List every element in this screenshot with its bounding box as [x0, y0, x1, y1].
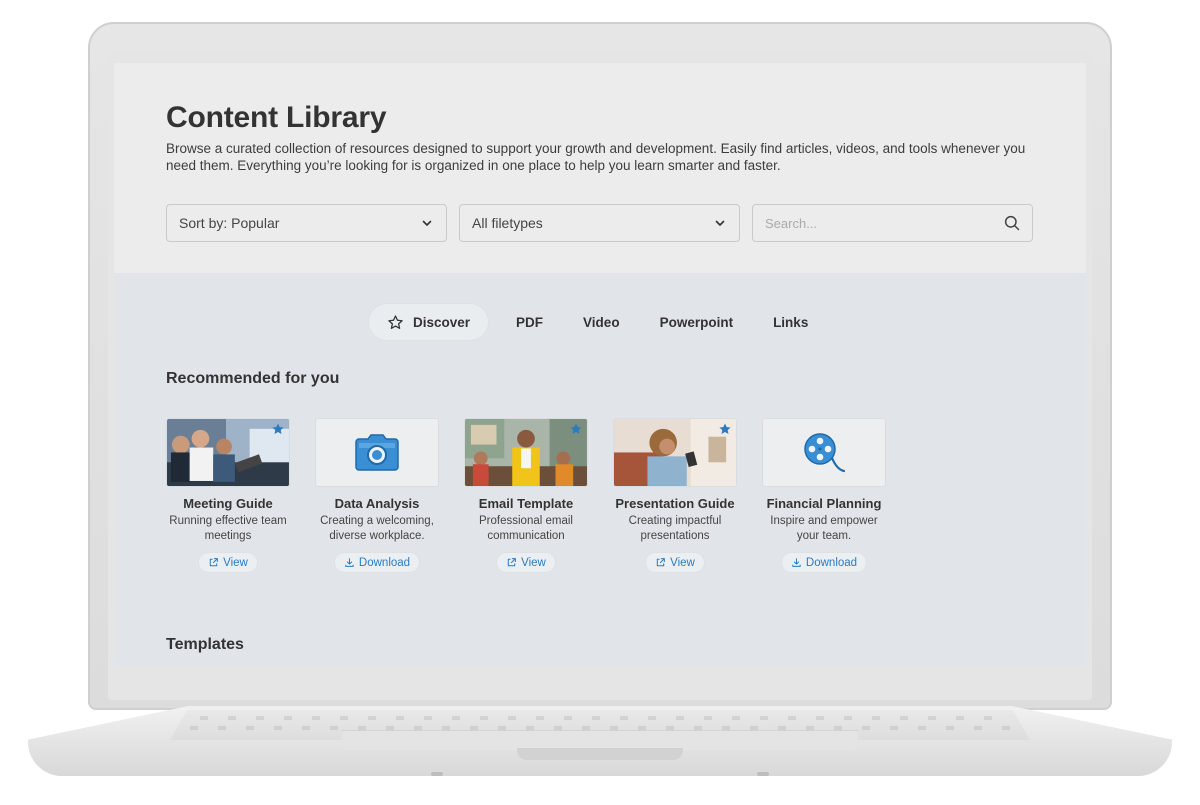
favorite-star-icon[interactable]: [271, 422, 285, 436]
card-description: Professional email communication: [479, 515, 573, 542]
library-header: Content Library Browse a curated collect…: [114, 63, 1086, 273]
download-icon: [345, 558, 354, 567]
section-title-recommended: Recommended for you: [166, 370, 340, 387]
favorite-star-icon[interactable]: [569, 422, 583, 436]
section-title-templates: Templates: [166, 636, 244, 653]
laptop-notch: [517, 748, 683, 760]
laptop-foot: [431, 772, 443, 776]
tab-links[interactable]: Links: [753, 304, 828, 340]
filetype-dropdown-label: All filetypes: [472, 215, 543, 231]
card-thumbnail: [166, 418, 290, 487]
library-content: Discover PDF Video Powerpoint Links Reco…: [114, 273, 1086, 666]
view-button-label: View: [223, 556, 248, 569]
tab-video[interactable]: Video: [563, 304, 640, 340]
download-button-label: Download: [805, 556, 858, 569]
card-thumbnail: [762, 418, 886, 487]
download-button[interactable]: Download: [334, 553, 420, 572]
page-description: Browse a curated collection of resources…: [166, 141, 1026, 173]
card-title: Meeting Guide: [183, 496, 273, 511]
card-description: Inspire and empower your team.: [770, 515, 878, 542]
view-button[interactable]: View: [646, 553, 704, 572]
card-title: Financial Planning: [766, 496, 882, 511]
resource-card[interactable]: Meeting Guide Running effective team mee…: [166, 418, 290, 572]
external-link-icon: [209, 558, 218, 567]
filetype-dropdown[interactable]: All filetypes: [459, 204, 740, 242]
download-button-label: Download: [358, 556, 411, 569]
search-icon[interactable]: [1004, 215, 1020, 231]
card-thumbnail: [613, 418, 737, 487]
film-reel-icon: [804, 432, 846, 472]
view-button-label: View: [521, 556, 546, 569]
download-button[interactable]: Download: [781, 553, 867, 572]
external-link-icon: [507, 558, 516, 567]
resource-card[interactable]: Presentation Guide Creating impactful pr…: [613, 418, 737, 572]
tab-label: Video: [583, 314, 620, 330]
trackpad: [342, 730, 858, 750]
chevron-down-icon: [715, 220, 725, 226]
tab-pdf[interactable]: PDF: [496, 304, 563, 340]
view-button[interactable]: View: [497, 553, 555, 572]
view-button[interactable]: View: [199, 553, 257, 572]
camera-icon: [355, 433, 399, 471]
laptop-screen: Content Library Browse a curated collect…: [114, 63, 1086, 666]
filetype-tabs: Discover PDF Video Powerpoint Links: [369, 304, 828, 340]
card-thumbnail: [315, 418, 439, 487]
favorite-star-icon[interactable]: [718, 422, 732, 436]
resource-card[interactable]: Financial Planning Inspire and empower y…: [762, 418, 886, 572]
chevron-down-icon: [422, 220, 432, 226]
card-description: Running effective team meetings: [169, 515, 287, 542]
card-title: Email Template: [478, 496, 574, 511]
card-description: Creating impactful presentations: [628, 515, 722, 542]
download-icon: [792, 558, 801, 567]
tab-label: Powerpoint: [659, 314, 734, 330]
resource-card[interactable]: Email Template Professional email commun…: [464, 418, 588, 572]
page-title: Content Library: [166, 101, 387, 134]
tab-discover[interactable]: Discover: [369, 304, 489, 340]
view-button-label: View: [670, 556, 695, 569]
external-link-icon: [656, 558, 665, 567]
tab-label: Discover: [413, 314, 471, 330]
star-icon: [388, 314, 403, 329]
keyboard-row: [200, 716, 1000, 720]
search-box: [752, 204, 1033, 242]
laptop-foot: [757, 772, 769, 776]
sort-dropdown-label: Sort by: Popular: [179, 215, 280, 231]
search-input[interactable]: [765, 215, 1004, 231]
card-description: Creating a welcoming, diverse workplace.: [320, 515, 434, 542]
card-title: Presentation Guide: [615, 496, 735, 511]
sort-dropdown[interactable]: Sort by: Popular: [166, 204, 447, 242]
tab-powerpoint[interactable]: Powerpoint: [640, 304, 754, 340]
tab-label: Links: [773, 314, 809, 330]
tab-label: PDF: [516, 314, 544, 330]
resource-card[interactable]: Data Analysis Creating a welcoming, dive…: [315, 418, 439, 572]
card-title: Data Analysis: [334, 496, 420, 511]
recommended-cards: Meeting Guide Running effective team mee…: [166, 418, 886, 572]
card-thumbnail: [464, 418, 588, 487]
